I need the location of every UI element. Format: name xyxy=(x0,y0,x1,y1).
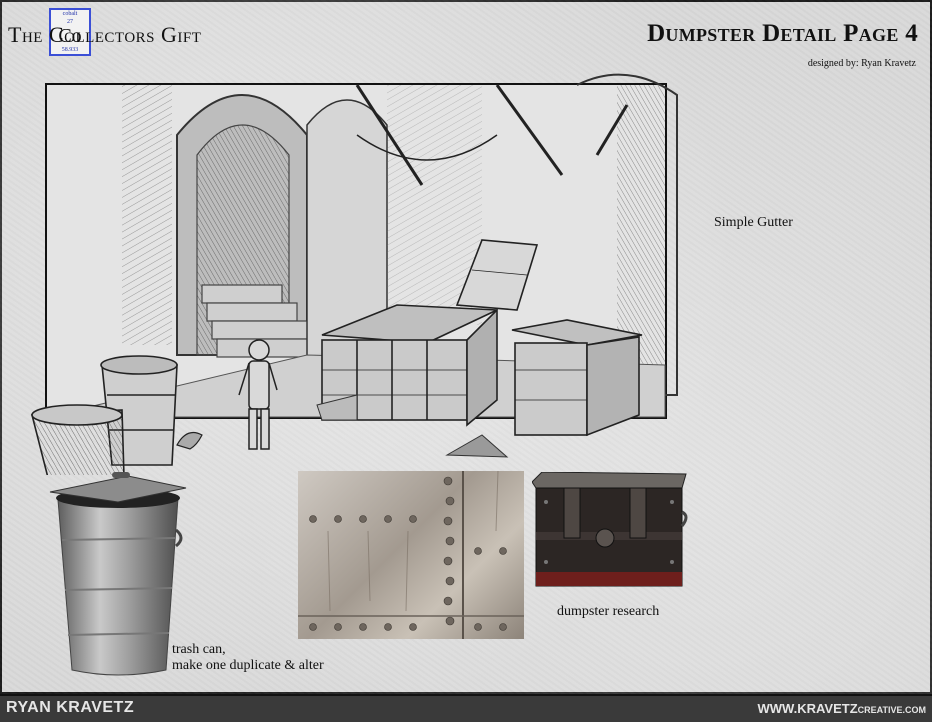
dumpster-scene-sketch xyxy=(30,73,678,475)
footer-website-suffix: CREATIVE.COM xyxy=(857,705,926,715)
footer-website[interactable]: WWW.KRAVETZCREATIVE.COM xyxy=(758,701,926,716)
trash-can-note: trash can, make one duplicate & alter xyxy=(172,642,324,674)
trash-can-note-line2: make one duplicate & alter xyxy=(172,658,324,673)
concept-sheet: cobalt 27 Co 58.933 The Collectors Gift … xyxy=(0,0,932,694)
designer-credit: designed by: Ryan Kravetz xyxy=(807,58,916,69)
element-name: cobalt xyxy=(62,11,78,17)
dumpster-research-photo xyxy=(531,471,688,590)
project-title: The Collectors Gift xyxy=(8,22,202,47)
footer-artist-name: RYAN KRAVETZ xyxy=(6,699,135,716)
footer-website-main: WWW.KRAVETZ xyxy=(757,701,858,716)
page-title: Dumpster Detail Page 4 xyxy=(647,20,918,47)
trash-can-photo xyxy=(48,470,190,678)
research-note: dumpster research xyxy=(557,604,660,619)
trash-can-note-line1: trash can, xyxy=(172,642,226,657)
gutter-note: Simple Gutter xyxy=(714,215,793,230)
riveted-metal-photo xyxy=(298,470,524,639)
scene-drawing xyxy=(30,73,678,475)
left-pillar xyxy=(122,85,172,345)
footer-bar: RYAN KRAVETZ WWW.KRAVETZCREATIVE.COM xyxy=(0,694,932,722)
